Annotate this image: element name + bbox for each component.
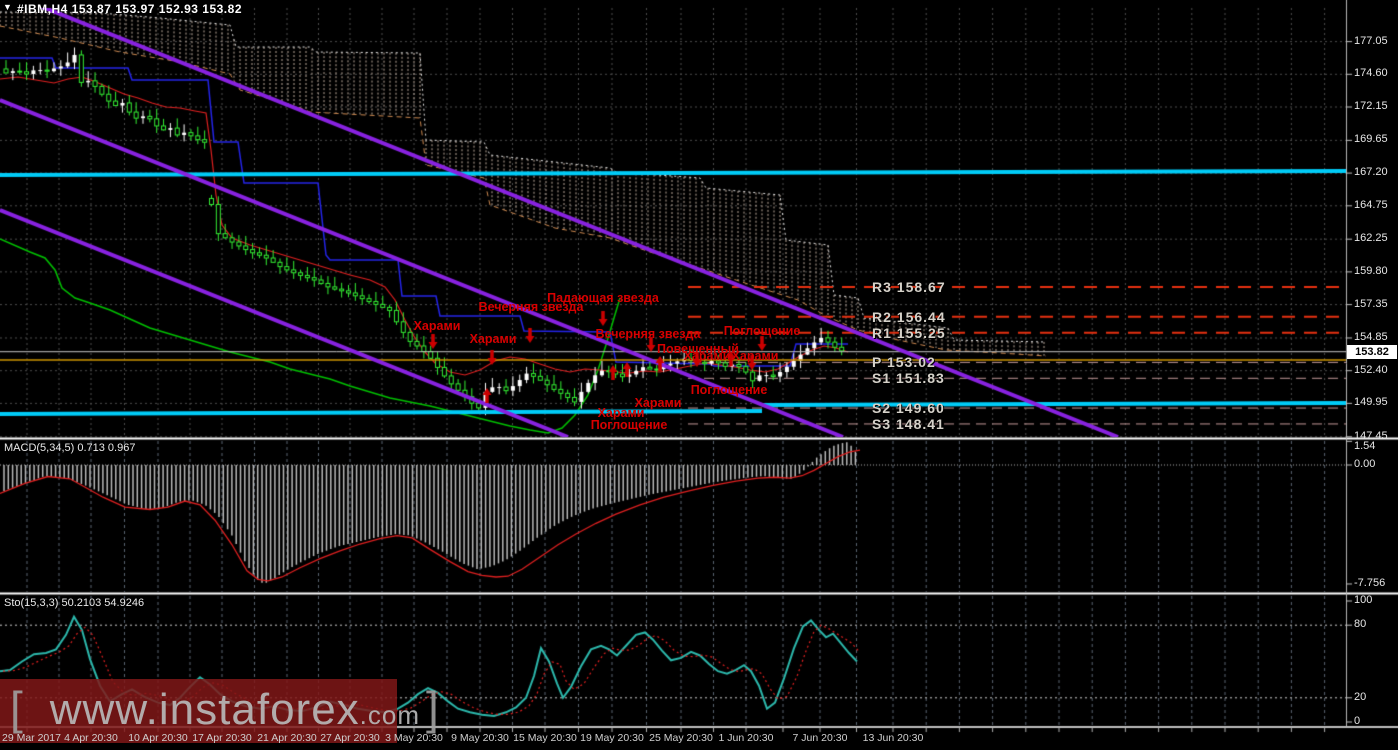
chart-title: #IBM,H4 153.87 153.97 152.93 153.82 [17, 2, 242, 16]
watermark-bracket-close: ] [426, 682, 440, 734]
price-axis-label: 159.80 [1354, 264, 1388, 277]
pivot-level-label: R3 158.67 [872, 278, 946, 295]
sto-axis-label: 20 [1354, 690, 1367, 703]
chart-dropdown-icon[interactable]: ▼ [3, 2, 12, 12]
stochastic-indicator-label: Sto(15,3,3) 50.2103 54.9246 [4, 597, 145, 609]
pattern-annotation: Поглощение [590, 418, 668, 432]
pattern-annotation: Харами [683, 349, 731, 363]
price-axis-label: 152.40 [1354, 363, 1388, 376]
macd-indicator-label: MACD(5,34,5) 0.713 0.967 [4, 442, 136, 454]
price-axis-label: 167.20 [1354, 166, 1388, 179]
price-axis-label: 164.75 [1354, 198, 1388, 211]
price-axis-label: 149.95 [1354, 396, 1388, 409]
price-chart-canvas[interactable] [0, 0, 1398, 750]
pattern-annotation: Падающая звезда [547, 291, 659, 305]
pattern-annotation: Харами [731, 349, 779, 363]
date-axis-label[interactable]: 7 Jun 20:30 [793, 732, 848, 744]
pivot-level-label: S2 149.60 [872, 400, 945, 417]
date-axis-label[interactable]: 3 May 20:30 [385, 732, 443, 744]
date-axis-label[interactable]: 29 Mar 2017 [2, 732, 61, 744]
watermark-tld: .com [359, 700, 421, 730]
mt4-chart-window: ▼ #IBM,H4 153.87 153.97 152.93 153.82 MA… [0, 0, 1398, 750]
pivot-level-label: R1 155.25 [872, 324, 946, 341]
pivot-level-label: P 153.02 [872, 354, 936, 371]
watermark-bracket-open: [ [10, 682, 24, 734]
pivot-level-label: R2 156.44 [872, 308, 946, 325]
pattern-annotation: Харами [469, 332, 517, 346]
sto-axis-label: 100 [1354, 594, 1373, 606]
sto-axis-label: 80 [1354, 618, 1367, 631]
price-axis-label: 157.35 [1354, 297, 1388, 310]
date-axis-label[interactable]: 15 May 20:30 [513, 732, 577, 744]
macd-axis-label: 0.00 [1354, 458, 1376, 470]
date-axis-label[interactable]: 1 Jun 20:30 [719, 732, 774, 744]
price-axis-label: 174.60 [1354, 67, 1388, 80]
price-axis-label: 169.65 [1354, 133, 1388, 146]
pattern-annotation: Поглощение [690, 383, 768, 397]
macd-axis-label: 1.54 [1354, 440, 1376, 452]
current-price-tag: 153.82 [1347, 345, 1397, 359]
price-axis-label: 172.15 [1354, 100, 1388, 112]
sto-axis-label: 0 [1354, 715, 1361, 727]
date-axis-label[interactable]: 21 Apr 20:30 [257, 732, 317, 744]
price-axis-label: 177.05 [1354, 34, 1388, 47]
date-axis-label[interactable]: 13 Jun 20:30 [863, 732, 924, 744]
instaforex-watermark: [ www.instaforex.com] [10, 681, 440, 735]
watermark-domain: www.instaforex [49, 685, 360, 734]
pivot-level-label: S3 148.41 [872, 415, 945, 432]
pattern-annotation: Харами [413, 319, 461, 333]
date-axis-label[interactable]: 10 Apr 20:30 [128, 732, 188, 744]
date-axis-label[interactable]: 25 May 20:30 [649, 732, 713, 744]
pattern-annotation: Вечерняя звезда [595, 327, 701, 341]
date-axis-label[interactable]: 19 May 20:30 [580, 732, 644, 744]
pivot-level-label: S1 151.83 [872, 370, 945, 387]
macd-axis-label: -7.756 [1354, 576, 1386, 589]
date-axis-label[interactable]: 27 Apr 20:30 [320, 732, 380, 744]
date-axis-label[interactable]: 4 Apr 20:30 [64, 732, 118, 744]
price-axis-label: 154.85 [1354, 330, 1388, 343]
pattern-annotation: Поглощение [723, 324, 801, 338]
date-axis-label[interactable]: 9 May 20:30 [451, 732, 509, 744]
price-axis-label: 162.25 [1354, 232, 1388, 245]
date-axis-label[interactable]: 17 Apr 20:30 [192, 732, 252, 744]
